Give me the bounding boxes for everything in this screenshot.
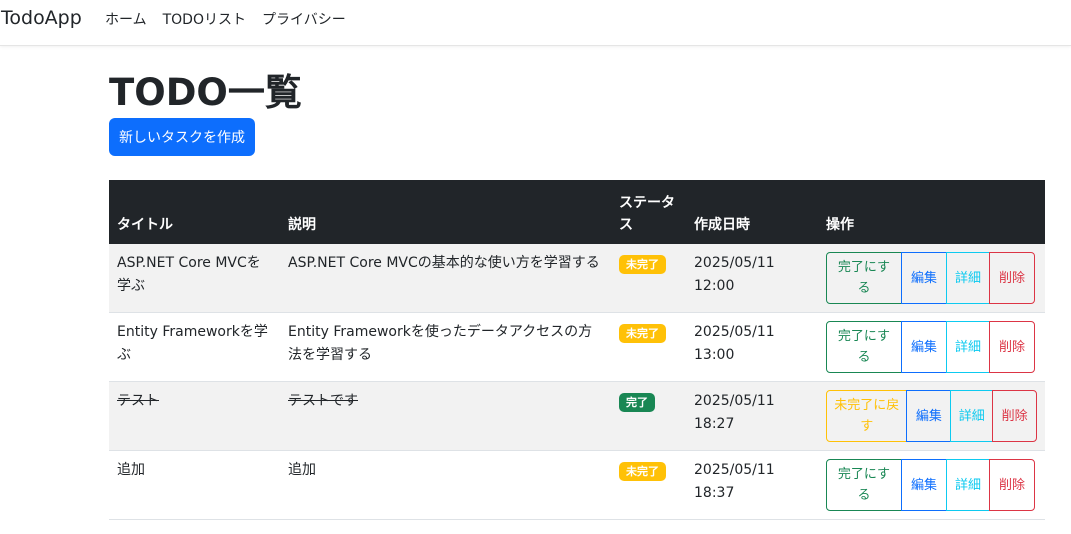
status-badge: 未完了 — [619, 324, 666, 343]
complete-button[interactable]: 完了にする — [826, 321, 902, 373]
header-title: タイトル — [109, 180, 280, 244]
mark-incomplete-button[interactable]: 未完了に戻す — [826, 390, 908, 442]
header-description: 説明 — [280, 180, 611, 244]
navbar-brand[interactable]: TodoApp — [1, 7, 82, 29]
edit-button[interactable]: 編集 — [901, 459, 947, 511]
nav-link-home[interactable]: ホーム — [105, 9, 147, 29]
cell-description: テストです — [280, 381, 611, 451]
status-badge: 未完了 — [619, 462, 666, 481]
detail-button[interactable]: 詳細 — [946, 321, 990, 373]
cell-created: 2025/05/11 18:37 — [686, 450, 818, 520]
delete-button[interactable]: 削除 — [989, 252, 1035, 304]
cell-description: Entity Frameworkを使ったデータアクセスの方法を学習する — [280, 312, 611, 382]
detail-button[interactable]: 詳細 — [950, 390, 994, 442]
table-row: テスト テストです 完了 2025/05/11 18:27 未完了に戻す 編集 … — [109, 381, 1045, 451]
header-status: ステータス — [611, 180, 686, 244]
cell-created: 2025/05/11 13:00 — [686, 312, 818, 382]
table-row: Entity Frameworkを学ぶ Entity Frameworkを使った… — [109, 312, 1045, 382]
cell-description: 追加 — [280, 450, 611, 520]
cell-title: 追加 — [109, 450, 280, 520]
nav-link-privacy[interactable]: プライバシー — [262, 9, 346, 29]
action-group: 完了にする 編集 詳細 削除 — [826, 252, 1037, 304]
page-title: TODO一覧 — [109, 71, 302, 114]
table-row: ASP.NET Core MVCを学ぶ ASP.NET Core MVCの基本的… — [109, 244, 1045, 313]
cell-title: Entity Frameworkを学ぶ — [109, 312, 280, 382]
complete-button[interactable]: 完了にする — [826, 459, 902, 511]
nav-links: ホーム TODOリスト プライバシー — [105, 9, 346, 29]
status-badge: 完了 — [619, 393, 655, 412]
action-group: 未完了に戻す 編集 詳細 削除 — [826, 390, 1037, 442]
action-group: 完了にする 編集 詳細 削除 — [826, 459, 1037, 511]
table-header-row: タイトル 説明 ステータス 作成日時 操作 — [109, 180, 1045, 244]
edit-button[interactable]: 編集 — [901, 321, 947, 373]
delete-button[interactable]: 削除 — [992, 390, 1037, 442]
cell-created: 2025/05/11 12:00 — [686, 244, 818, 313]
detail-button[interactable]: 詳細 — [946, 252, 990, 304]
create-task-button[interactable]: 新しいタスクを作成 — [109, 118, 255, 156]
edit-button[interactable]: 編集 — [906, 390, 952, 442]
cell-title: ASP.NET Core MVCを学ぶ — [109, 244, 280, 313]
status-badge: 未完了 — [619, 255, 666, 274]
edit-button[interactable]: 編集 — [901, 252, 947, 304]
cell-description: ASP.NET Core MVCの基本的な使い方を学習する — [280, 244, 611, 313]
todo-table: タイトル 説明 ステータス 作成日時 操作 ASP.NET Core MVCを学… — [109, 180, 1045, 520]
detail-button[interactable]: 詳細 — [946, 459, 990, 511]
nav-link-todo-list[interactable]: TODOリスト — [163, 9, 246, 29]
navbar: TodoApp ホーム TODOリスト プライバシー — [0, 0, 1071, 46]
table-row: 追加 追加 未完了 2025/05/11 18:37 完了にする 編集 詳細 削… — [109, 450, 1045, 520]
cell-title: テスト — [109, 381, 280, 451]
delete-button[interactable]: 削除 — [989, 321, 1035, 373]
action-group: 完了にする 編集 詳細 削除 — [826, 321, 1037, 373]
complete-button[interactable]: 完了にする — [826, 252, 902, 304]
header-created: 作成日時 — [686, 180, 818, 244]
cell-created: 2025/05/11 18:27 — [686, 381, 818, 451]
delete-button[interactable]: 削除 — [989, 459, 1035, 511]
header-actions: 操作 — [818, 180, 1045, 244]
